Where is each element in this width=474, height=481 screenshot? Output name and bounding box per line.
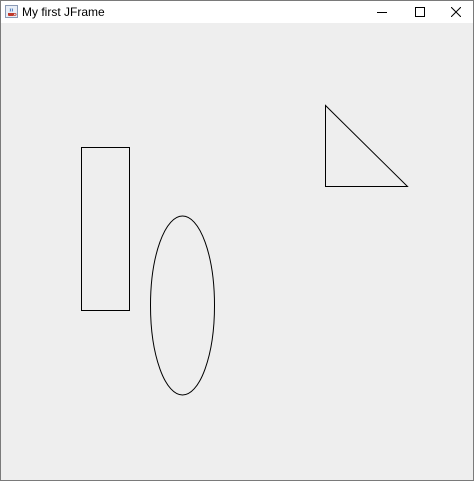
title-bar[interactable]: My first JFrame [1,1,473,23]
drawing-canvas [81,104,409,396]
content-pane[interactable] [1,23,473,480]
java-cup-icon[interactable] [5,5,18,18]
drawn-ellipse [150,215,215,396]
minimize-icon [377,12,387,13]
close-button[interactable] [439,1,473,23]
maximize-button[interactable] [401,1,439,23]
window-title: My first JFrame [22,5,105,19]
maximize-icon [415,7,425,17]
close-icon [451,7,461,17]
drawn-triangle [325,104,409,187]
drawn-rectangle [81,147,130,311]
minimize-button[interactable] [363,1,401,23]
jframe-window: My first JFrame [0,0,474,481]
